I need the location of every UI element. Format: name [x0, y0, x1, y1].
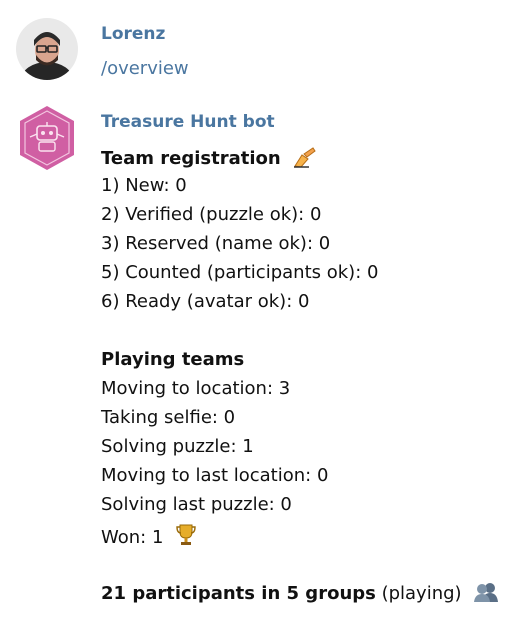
user-photo-icon [16, 18, 78, 80]
message-author[interactable]: Lorenz [101, 24, 165, 44]
registration-item: 6) Ready (avatar ok): 0 [101, 291, 310, 312]
registration-item: 2) Verified (puzzle ok): 0 [101, 204, 322, 225]
writing-hand-icon [293, 146, 317, 173]
registration-item: 1) New: 0 [101, 175, 187, 196]
registration-item: 5) Counted (participants ok): 0 [101, 262, 379, 283]
summary-line: 21 participants in 5 groups (playing) [101, 581, 499, 608]
message-author[interactable]: Treasure Hunt bot [101, 112, 275, 132]
chat-history: Lorenz /overview Treasure Hunt bot Team … [0, 0, 521, 624]
registration-title-text: Team registration [101, 148, 281, 169]
command-text[interactable]: /overview [101, 58, 189, 79]
registration-title: Team registration [101, 146, 317, 173]
bot-hexagon-icon [20, 106, 74, 170]
summary-bold: 21 participants in 5 groups [101, 583, 376, 604]
summary-rest: (playing) [375, 583, 462, 604]
playing-item: Moving to location: 3 [101, 378, 291, 399]
playing-title: Playing teams [101, 349, 245, 370]
won-text: Won: 1 [101, 527, 164, 548]
playing-item: Taking selfie: 0 [101, 407, 236, 428]
trophy-icon [175, 523, 197, 552]
playing-item: Moving to last location: 0 [101, 465, 329, 486]
user-avatar[interactable] [16, 18, 78, 80]
playing-item: Solving last puzzle: 0 [101, 494, 292, 515]
registration-item: 3) Reserved (name ok): 0 [101, 233, 331, 254]
bot-avatar[interactable] [16, 104, 78, 170]
playing-item: Solving puzzle: 1 [101, 436, 254, 457]
won-line: Won: 1 [101, 523, 197, 552]
busts-icon [473, 581, 499, 608]
